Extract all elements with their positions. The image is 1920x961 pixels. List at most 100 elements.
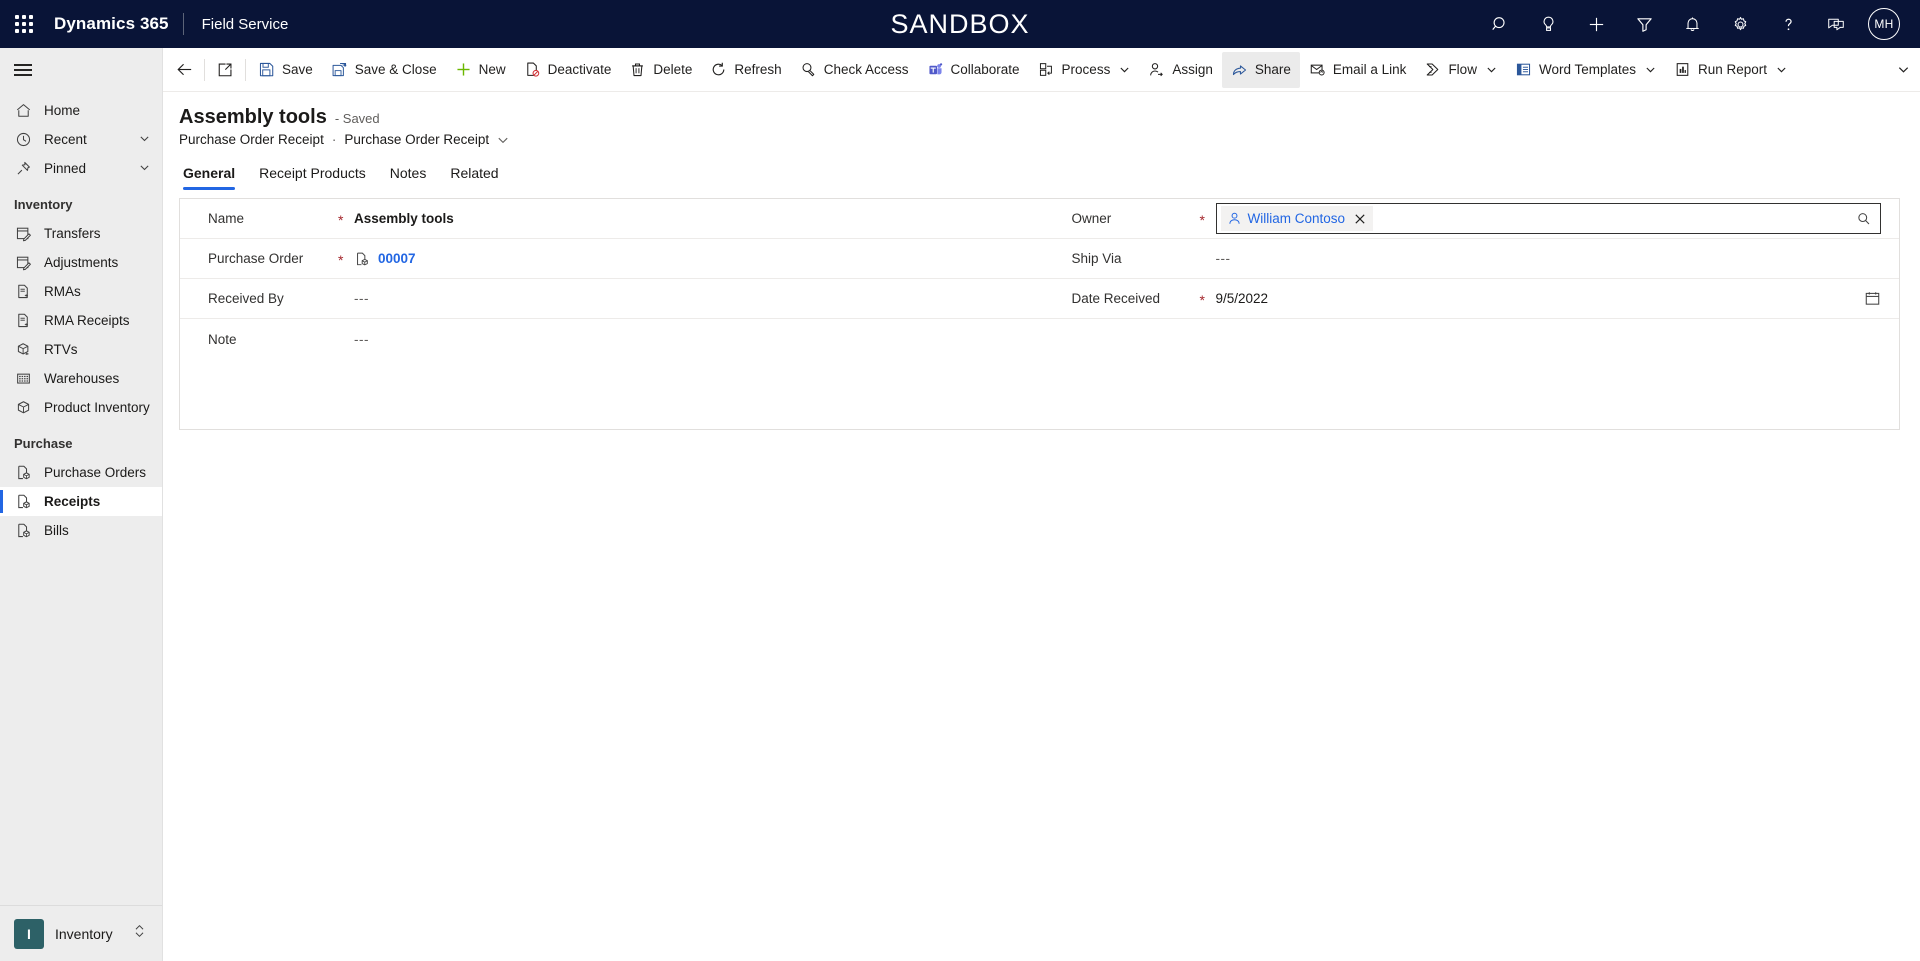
save-button[interactable]: Save xyxy=(249,52,322,88)
sidebar-item-rtvs[interactable]: RTVs xyxy=(0,335,162,364)
new-button[interactable]: New xyxy=(446,52,515,88)
question-icon[interactable] xyxy=(1764,0,1812,48)
feedback-icon[interactable] xyxy=(1812,0,1860,48)
note-field-value[interactable]: --- xyxy=(354,332,1040,347)
app-name-label[interactable]: Field Service xyxy=(184,16,289,33)
owner-chip[interactable]: William Contoso xyxy=(1220,206,1374,231)
chevron-down-icon[interactable] xyxy=(139,132,150,147)
field-row-purchase-order: Purchase Order * 00007 xyxy=(180,239,1040,279)
sidebar-item-home[interactable]: Home xyxy=(0,96,162,125)
search-icon[interactable] xyxy=(1476,0,1524,48)
tab-receipt-products[interactable]: Receipt Products xyxy=(247,161,378,190)
owner-lookup-input[interactable]: William Contoso xyxy=(1215,203,1881,234)
filter-icon[interactable] xyxy=(1620,0,1668,48)
sidebar-item-warehouses[interactable]: Warehouses xyxy=(0,364,162,393)
breadcrumb-entity[interactable]: Purchase Order Receipt xyxy=(179,132,324,147)
command-label: Share xyxy=(1254,62,1291,77)
app-launcher-button[interactable] xyxy=(0,0,48,48)
delete-button[interactable]: Delete xyxy=(620,52,701,88)
sidebar-item-rma-receipts[interactable]: RMA Receipts xyxy=(0,306,162,335)
refresh-button[interactable]: Refresh xyxy=(701,52,790,88)
sidebar-item-product-inventory[interactable]: Product Inventory xyxy=(0,393,162,422)
ship-via-field-value[interactable]: --- xyxy=(1216,251,1900,266)
plus-icon[interactable] xyxy=(1572,0,1620,48)
deactivate-icon xyxy=(524,61,541,78)
waffle-icon xyxy=(15,15,33,33)
bell-icon[interactable] xyxy=(1668,0,1716,48)
sidebar-item-pinned[interactable]: Pinned xyxy=(0,154,162,183)
field-row-note: Note --- xyxy=(180,319,1040,359)
top-navigation-bar: Dynamics 365 Field Service SANDBOX MH xyxy=(0,0,1920,48)
process-button[interactable]: Process xyxy=(1029,52,1140,88)
chevron-down-icon[interactable] xyxy=(1486,64,1497,75)
field-empty-value: --- xyxy=(354,331,369,347)
lightbulb-icon[interactable] xyxy=(1524,0,1572,48)
run-report-button[interactable]: Run Report xyxy=(1665,52,1796,88)
command-overflow-button[interactable] xyxy=(1897,63,1920,76)
tab-related[interactable]: Related xyxy=(438,161,510,190)
tab-general[interactable]: General xyxy=(179,161,247,190)
save-and-close-button[interactable]: Save & Close xyxy=(322,52,446,88)
command-label: Collaborate xyxy=(950,62,1020,77)
brand-label[interactable]: Dynamics 365 xyxy=(48,14,183,34)
received-by-field-value[interactable]: --- xyxy=(354,291,1040,306)
sidebar-item-recent[interactable]: Recent xyxy=(0,125,162,154)
chevron-down-icon[interactable] xyxy=(139,161,150,176)
chevron-down-icon[interactable] xyxy=(1776,64,1787,75)
share-button[interactable]: Share xyxy=(1221,51,1300,88)
field-label: Received By xyxy=(208,291,284,306)
report-icon xyxy=(1674,61,1691,78)
flow-button[interactable]: Flow xyxy=(1415,52,1506,88)
field-label: Date Received xyxy=(1071,291,1161,306)
share-icon xyxy=(1231,61,1248,78)
back-button[interactable] xyxy=(167,52,201,88)
sidebar-item-rmas[interactable]: RMAs xyxy=(0,277,162,306)
document-box-icon xyxy=(14,464,32,482)
teams-icon xyxy=(927,61,944,78)
chevron-down-icon[interactable] xyxy=(1119,64,1130,75)
sidebar-item-label: Product Inventory xyxy=(44,400,150,415)
word-templates-button[interactable]: Word Templates xyxy=(1506,52,1665,88)
check-access-button[interactable]: Check Access xyxy=(791,52,918,88)
sidebar-item-label: Recent xyxy=(44,132,87,147)
sidebar-item-adjustments[interactable]: Adjustments xyxy=(0,248,162,277)
name-field-value[interactable]: Assembly tools xyxy=(354,211,1040,226)
app-switcher-button[interactable]: I Inventory xyxy=(0,905,162,961)
email-a-link-button[interactable]: Email a Link xyxy=(1300,52,1416,88)
document-box-icon xyxy=(14,493,32,511)
tab-notes[interactable]: Notes xyxy=(378,161,439,190)
command-bar: Save Save & Close New Deactivate Delete … xyxy=(163,48,1920,92)
form-general-section: Name * Assembly tools Purchase Order * 0… xyxy=(179,198,1900,430)
sidebar-item-receipts[interactable]: Receipts xyxy=(0,487,162,516)
assign-button[interactable]: Assign xyxy=(1139,52,1222,88)
open-in-new-window-button[interactable] xyxy=(208,52,242,88)
refresh-icon xyxy=(710,61,727,78)
deactivate-button[interactable]: Deactivate xyxy=(515,52,621,88)
document-return-icon xyxy=(14,312,32,330)
assign-icon xyxy=(1148,61,1165,78)
lookup-search-icon[interactable] xyxy=(1856,211,1876,227)
purchase-order-lookup-link[interactable]: 00007 xyxy=(354,251,416,267)
close-icon[interactable] xyxy=(1349,208,1371,230)
calendar-icon[interactable] xyxy=(1864,290,1881,307)
document-box-icon xyxy=(14,522,32,540)
gear-icon[interactable] xyxy=(1716,0,1764,48)
chevron-updown-icon[interactable] xyxy=(133,923,146,944)
sidebar-group-title-purchase: Purchase xyxy=(14,436,73,451)
breadcrumb-form[interactable]: Purchase Order Receipt xyxy=(344,132,489,147)
sitemap-toggle-button[interactable] xyxy=(0,48,162,92)
save-status-label: - Saved xyxy=(334,111,380,126)
collaborate-button[interactable]: Collaborate xyxy=(918,52,1029,88)
sidebar-item-label: Home xyxy=(44,103,81,118)
date-received-field-value[interactable]: 9/5/2022 xyxy=(1216,291,1865,306)
purchase-order-link-text: 00007 xyxy=(378,251,416,266)
sidebar-item-purchase-orders[interactable]: Purchase Orders xyxy=(0,458,162,487)
user-avatar-button[interactable]: MH xyxy=(1860,0,1908,48)
command-label: Process xyxy=(1061,62,1111,77)
form-column-right: Owner * William Contoso Ship Via --- Dat… xyxy=(1039,199,1900,429)
chevron-down-icon[interactable] xyxy=(497,134,509,146)
sidebar-item-bills[interactable]: Bills xyxy=(0,516,162,545)
required-spacer xyxy=(338,338,354,341)
chevron-down-icon[interactable] xyxy=(1645,64,1656,75)
sidebar-item-transfers[interactable]: Transfers xyxy=(0,219,162,248)
